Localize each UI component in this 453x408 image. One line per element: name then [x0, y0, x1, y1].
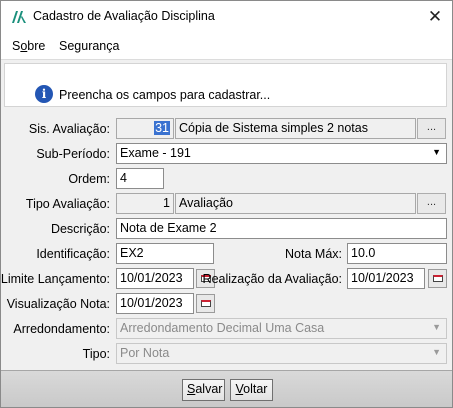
limite-lancamento-field[interactable]: 10/01/2023 [116, 268, 194, 289]
sis-avaliacao-lookup-button[interactable]: ... [417, 118, 446, 139]
save-button[interactable]: Salvar [182, 379, 225, 401]
tipo-select[interactable]: Por Nota ▼ [116, 343, 447, 364]
realizacao-avaliacao-label: Realização da Avaliação: [202, 272, 342, 286]
tipo-avaliacao-label: Tipo Avaliação: [25, 197, 110, 211]
realizacao-avaliacao-field[interactable]: 10/01/2023 [347, 268, 425, 289]
tipo-avaliacao-description: Avaliação [175, 193, 416, 214]
title-bar: Cadastro de Avaliação Disciplina ✕ [1, 1, 452, 33]
app-logo-icon [12, 11, 26, 23]
nota-max-label: Nota Máx: [285, 247, 342, 261]
chevron-down-icon: ▼ [432, 347, 441, 357]
info-icon: i [35, 85, 53, 103]
close-button[interactable]: ✕ [418, 1, 452, 33]
descricao-field[interactable]: Nota de Exame 2 [116, 218, 447, 239]
ordem-field[interactable]: 4 [116, 168, 164, 189]
identificacao-label: Identificação: [36, 247, 110, 261]
sub-periodo-select[interactable]: Exame - 191 ▼ [116, 143, 447, 164]
menu-bar: Sobre Segurança [1, 33, 452, 60]
tipo-label: Tipo: [82, 347, 110, 361]
back-button[interactable]: Voltar [230, 379, 273, 401]
chevron-down-icon: ▼ [432, 147, 441, 157]
ordem-label: Ordem: [68, 172, 110, 186]
limite-lancamento-label: Limite Lançamento: [0, 272, 110, 286]
chevron-down-icon: ▼ [432, 322, 441, 332]
info-message: Preencha os campos para cadastrar... [59, 88, 271, 102]
visualizacao-nota-field[interactable]: 10/01/2023 [116, 293, 194, 314]
window-title: Cadastro de Avaliação Disciplina [33, 9, 215, 23]
menu-sobre[interactable]: Sobre [12, 39, 45, 53]
tipo-avaliacao-code-field[interactable]: 1 [116, 193, 174, 214]
arredondamento-label: Arredondamento: [13, 322, 110, 336]
visualizacao-nota-calendar-button[interactable] [196, 294, 215, 313]
descricao-label: Descrição: [50, 222, 110, 236]
tipo-avaliacao-lookup-button[interactable]: ... [417, 193, 446, 214]
arredondamento-select[interactable]: Arredondamento Decimal Uma Casa ▼ [116, 318, 447, 339]
menu-seguranca[interactable]: Segurança [59, 39, 119, 53]
button-bar: Salvar Voltar [1, 370, 452, 407]
calendar-icon [201, 300, 211, 307]
sis-avaliacao-code-field[interactable]: 31 [116, 118, 174, 139]
calendar-icon [433, 275, 443, 282]
close-icon: ✕ [427, 7, 443, 26]
sis-avaliacao-label: Sis. Avaliação: [28, 122, 110, 136]
realizacao-avaliacao-calendar-button[interactable] [428, 269, 447, 288]
dialog-window: Cadastro de Avaliação Disciplina ✕ Sobre… [0, 0, 453, 408]
visualizacao-nota-label: Visualização Nota: [6, 297, 110, 311]
identificacao-field[interactable]: EX2 [116, 243, 214, 264]
nota-max-field[interactable]: 10.0 [347, 243, 447, 264]
sub-periodo-label: Sub-Período: [36, 147, 110, 161]
info-panel: i Preencha os campos para cadastrar... [4, 63, 447, 107]
sis-avaliacao-description: Cópia de Sistema simples 2 notas [175, 118, 416, 139]
